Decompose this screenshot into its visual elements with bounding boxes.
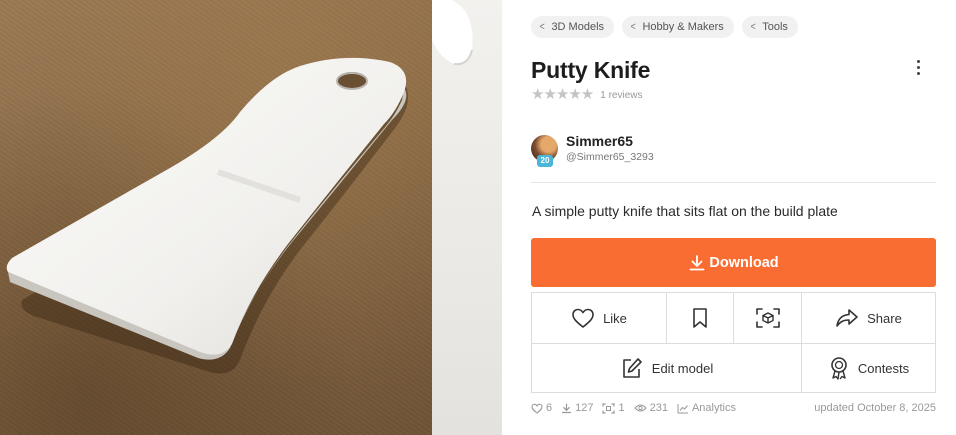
image-gallery: [0, 0, 502, 435]
contests-button[interactable]: Contests: [802, 344, 935, 392]
analytics-label: Analytics: [691, 402, 736, 414]
analytics-link[interactable]: Analytics: [677, 402, 736, 414]
breadcrumb-hobby-makers[interactable]: < Hobby & Makers: [622, 16, 734, 38]
views-count: 231: [649, 402, 668, 414]
award-icon: [831, 357, 847, 380]
contests-label: Contests: [857, 360, 910, 376]
level-badge: 20: [537, 154, 553, 167]
chevron-left-icon: <: [630, 21, 636, 33]
makes-icon: [602, 402, 616, 414]
views-stat: 231: [633, 402, 668, 414]
share-label: Share: [867, 310, 902, 326]
breadcrumb-label: Hobby & Makers: [642, 21, 724, 33]
side-photo-illustration: [432, 0, 473, 66]
page-title: Putty Knife: [531, 57, 651, 83]
likes-count: 6: [546, 402, 553, 414]
more-vertical-icon: [916, 59, 920, 63]
avatar[interactable]: 20: [531, 134, 558, 167]
bookmark-button[interactable]: [667, 293, 733, 343]
more-options-button[interactable]: [908, 56, 928, 78]
model-details-panel: < 3D Models < Hobby & Makers < Tools Put…: [531, 0, 936, 435]
edit-model-button[interactable]: Edit model: [532, 344, 801, 392]
share-icon: [836, 309, 858, 327]
breadcrumb-label: Tools: [762, 21, 788, 33]
download-icon: [562, 403, 572, 413]
like-label: Like: [603, 310, 627, 326]
chevron-left-icon: <: [539, 21, 545, 33]
breadcrumb-label: 3D Models: [551, 21, 605, 33]
makes-count: 1: [618, 402, 625, 414]
makes-stat: 1: [602, 402, 625, 414]
author-name[interactable]: Simmer65: [566, 133, 654, 149]
ar-view-button[interactable]: [734, 293, 801, 343]
edit-icon: [622, 358, 642, 378]
ar-view-icon: [755, 308, 780, 328]
downloads-stat: 127: [561, 402, 593, 414]
eye-icon: [633, 404, 647, 412]
edit-model-label: Edit model: [651, 360, 714, 376]
likes-stat: 6: [531, 402, 552, 414]
downloads-count: 127: [575, 402, 594, 414]
like-button[interactable]: Like: [532, 293, 666, 343]
star-rating[interactable]: ★★★★★: [531, 87, 594, 103]
share-button[interactable]: Share: [802, 293, 935, 343]
download-button[interactable]: Download: [531, 238, 936, 287]
heart-icon: [531, 403, 543, 414]
bookmark-icon: [693, 308, 707, 328]
action-grid: Like Share Edit model Contests: [531, 292, 936, 393]
rating: ★★★★★ 1 reviews: [531, 87, 643, 103]
author-handle: @Simmer65_3293: [566, 151, 654, 163]
analytics-icon: [677, 403, 688, 413]
author-block[interactable]: 20 Simmer65 @Simmer65_3293: [531, 133, 654, 167]
updated-date: updated October 8, 2025: [814, 402, 936, 414]
breadcrumb: < 3D Models < Hobby & Makers < Tools: [531, 16, 798, 38]
chevron-left-icon: <: [750, 21, 756, 33]
model-description: A simple putty knife that sits flat on t…: [532, 203, 838, 219]
download-label: Download: [709, 254, 779, 271]
model-stats: 6 127 1 231 Analytics updated October 8,…: [531, 402, 936, 414]
breadcrumb-3d-models[interactable]: < 3D Models: [531, 16, 615, 38]
putty-knife-illustration: [6, 57, 409, 374]
thumbnail-photo[interactable]: [432, 0, 502, 435]
reviews-count[interactable]: 1 reviews: [600, 90, 642, 101]
breadcrumb-tools[interactable]: < Tools: [741, 16, 798, 38]
download-icon: [689, 254, 705, 270]
heart-icon: [572, 308, 594, 328]
main-model-photo[interactable]: [0, 0, 432, 435]
divider: [531, 182, 936, 183]
